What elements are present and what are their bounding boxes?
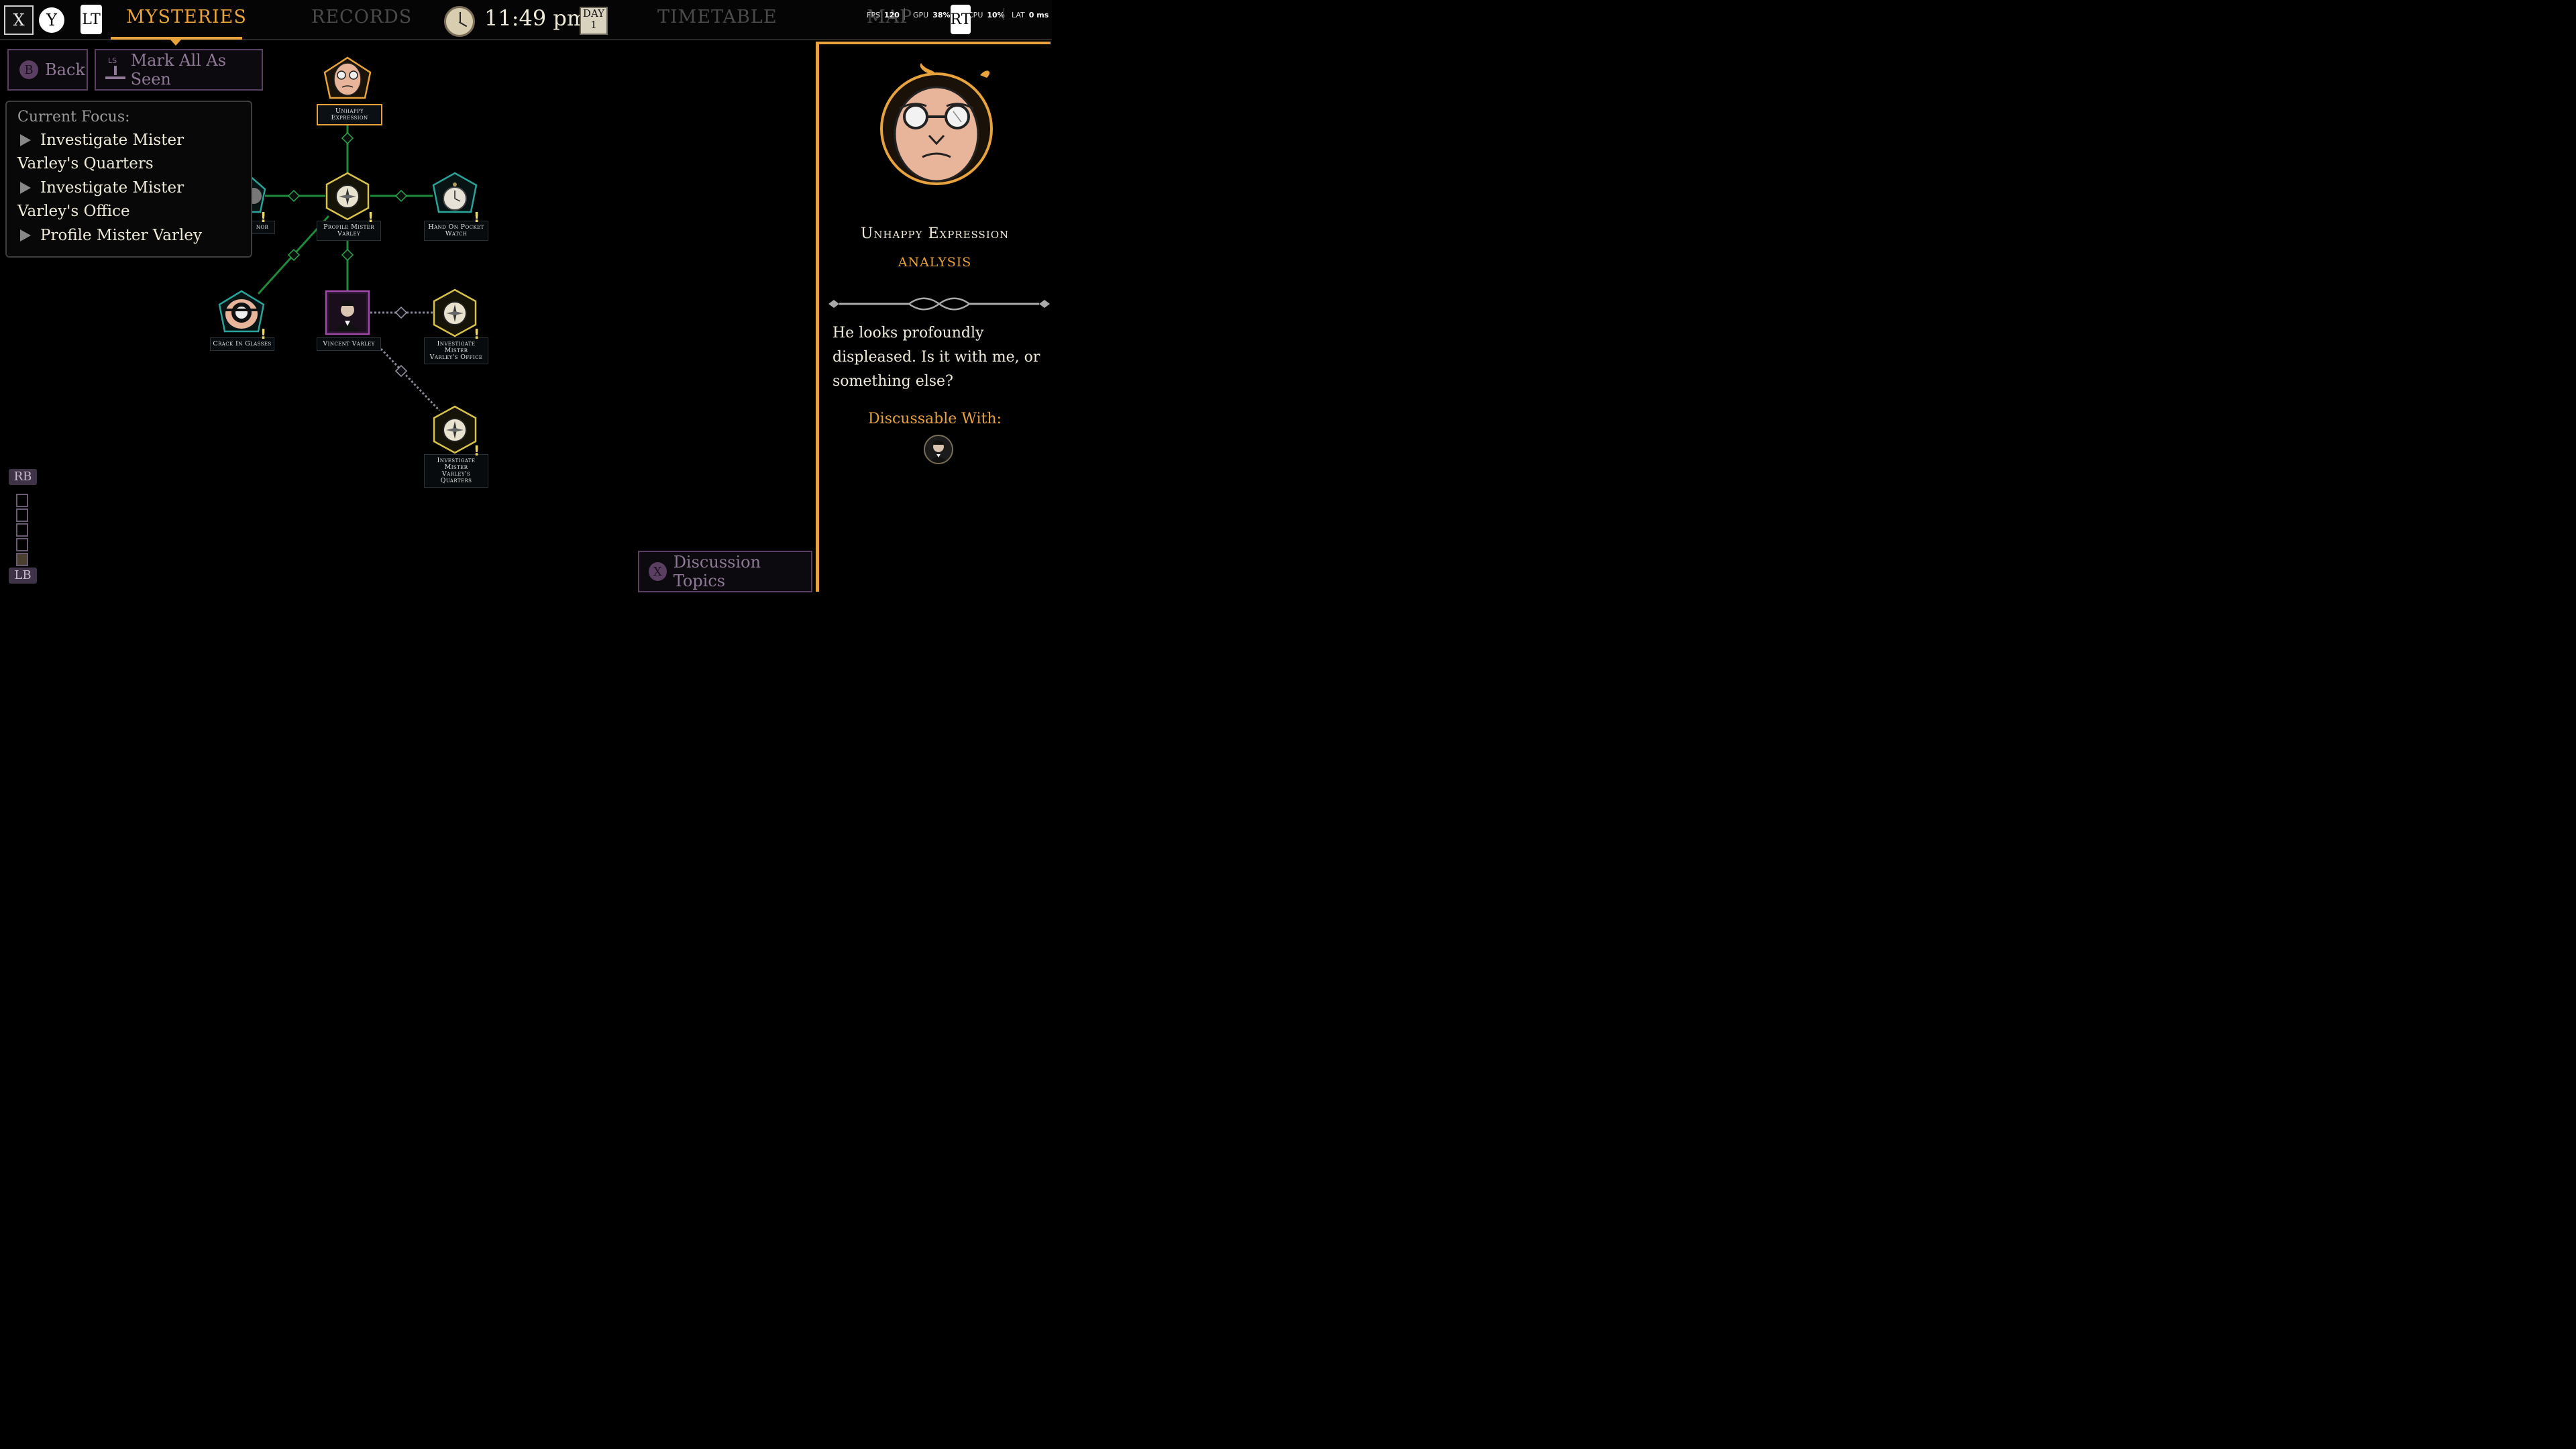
- clue-description: He looks profoundly displeased. Is it wi…: [833, 325, 1040, 390]
- focus-item-label: Investigate Mister Varley's Office: [17, 179, 184, 220]
- node-label-line: Varley: [337, 230, 360, 237]
- node-investigate-quarters-compass-icon[interactable]: [433, 405, 477, 454]
- x-button-prompt: X: [649, 562, 667, 581]
- node-label-line: Expression: [331, 114, 368, 121]
- link-marker-icon: [341, 131, 354, 145]
- clue-detail-panel: Unhappy Expression ANALYSIS He looks pro…: [816, 42, 1051, 592]
- back-button[interactable]: B Back: [7, 49, 88, 91]
- link-marker-icon: [287, 189, 301, 203]
- link-marker-icon: [394, 306, 408, 319]
- focus-item[interactable]: Investigate Mister Varley's Quarters: [17, 129, 246, 176]
- arrow-right-icon: [20, 229, 31, 241]
- node-label-line: Varley's Office: [429, 354, 483, 361]
- rb-button-prompt[interactable]: RB: [9, 469, 37, 485]
- mark-all-seen-label: Mark All As Seen: [130, 51, 227, 89]
- node-label-vincent-varley[interactable]: Vincent Varley: [317, 337, 381, 351]
- discussion-topics-label: Discussion Topics: [673, 553, 761, 590]
- node-label-line: Investigate Mister: [437, 340, 476, 354]
- new-alert-icon: !: [474, 443, 480, 459]
- zoom-step: [16, 508, 28, 522]
- current-focus-title: Current Focus:: [17, 109, 130, 125]
- node-vincent-varley-portrait-icon[interactable]: [325, 290, 370, 335]
- zoom-step-active: [16, 553, 28, 566]
- node-unhappy-expression-icon[interactable]: [323, 56, 372, 99]
- discussion-topics-button[interactable]: X Discussion Topics: [638, 551, 812, 592]
- new-alert-icon: !: [474, 209, 480, 225]
- current-focus-panel: Current Focus: Investigate Mister Varley…: [5, 101, 252, 258]
- dashed-link-markers: [394, 306, 408, 378]
- node-investigate-office-compass-icon[interactable]: [433, 288, 477, 337]
- clue-title: Unhappy Expression: [860, 225, 1010, 242]
- b-button-prompt: B: [19, 60, 38, 79]
- node-label-investigate-quarters[interactable]: Investigate Mister Varley's Quarters: [424, 454, 488, 488]
- unhappy-expression-portrait-icon: [880, 63, 993, 185]
- graph-links: [257, 124, 441, 412]
- new-alert-icon: !: [474, 326, 480, 342]
- node-label-unhappy-expression[interactable]: Unhappy Expression: [317, 104, 382, 125]
- ornamental-divider-icon: [828, 297, 1050, 311]
- new-alert-icon: !: [368, 209, 374, 225]
- node-label-line: Vincent Varley: [323, 340, 375, 347]
- focus-item[interactable]: Profile Mister Varley: [17, 224, 246, 248]
- zoom-step: [16, 538, 28, 551]
- link-marker-icon: [341, 248, 354, 262]
- new-alert-icon: !: [260, 209, 267, 225]
- new-alert-icon: !: [260, 326, 267, 342]
- node-profile-varley-compass-icon[interactable]: [325, 172, 370, 221]
- left-stick-press-icon: LS: [104, 56, 125, 83]
- mark-all-seen-button[interactable]: LS Mark All As Seen: [95, 49, 263, 91]
- focus-item-label: Investigate Mister Varley's Quarters: [17, 131, 184, 172]
- zoom-step: [16, 523, 28, 537]
- node-label-line: Investigate Mister: [437, 457, 476, 471]
- node-crack-in-glasses-icon[interactable]: [218, 290, 265, 333]
- zoom-step: [16, 494, 28, 507]
- node-hand-pocket-watch-icon[interactable]: [432, 172, 478, 213]
- node-label-line: Varley's Quarters: [440, 470, 472, 484]
- arrow-right-icon: [20, 134, 31, 146]
- back-button-label: Back: [45, 60, 85, 79]
- discussable-with-label: Discussable With:: [868, 411, 1002, 427]
- node-label-line: Watch: [445, 230, 468, 237]
- focus-item-label: Profile Mister Varley: [40, 227, 202, 244]
- link-marker-icon: [394, 189, 408, 203]
- game-screen: X Y LT MYSTERIES RECORDS 11:49 pm DAY 1 …: [0, 0, 1052, 592]
- vincent-varley-avatar-icon[interactable]: [924, 435, 953, 464]
- lb-button-prompt[interactable]: LB: [9, 568, 37, 584]
- left-stick-label: LS: [108, 56, 117, 65]
- arrow-right-icon: [20, 182, 31, 194]
- focus-item[interactable]: Investigate Mister Varley's Office: [17, 176, 246, 223]
- clue-type: ANALYSIS: [898, 255, 972, 270]
- zoom-level-indicator[interactable]: [16, 494, 28, 568]
